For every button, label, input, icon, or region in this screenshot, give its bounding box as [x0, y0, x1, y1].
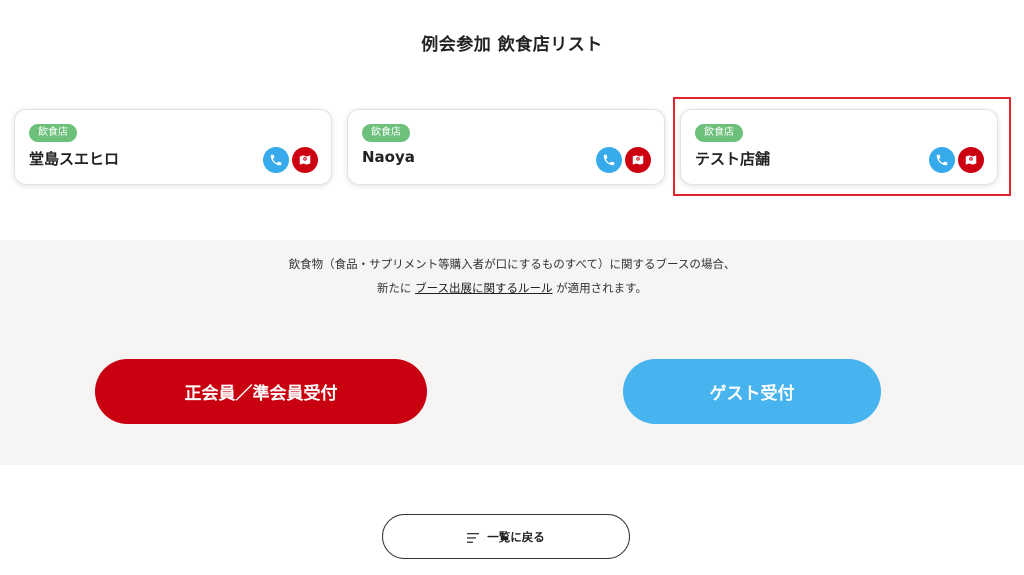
- phone-icon[interactable]: [263, 147, 289, 173]
- notice-text-line2: 新たに ブース出展に関するルール が適用されます。: [0, 280, 1024, 296]
- notice-prefix: 新たに: [376, 281, 416, 295]
- guest-reception-button[interactable]: ゲスト受付: [623, 359, 881, 424]
- map-icon[interactable]: [292, 147, 318, 173]
- store-name: Naoya: [362, 148, 415, 166]
- member-reception-button[interactable]: 正会員／準会員受付: [95, 359, 427, 424]
- selection-highlight: [673, 97, 1011, 196]
- page-title: 例会参加 飲食店リスト: [421, 35, 603, 55]
- category-badge: 飲食店: [362, 124, 410, 142]
- back-to-list-button[interactable]: 一覧に戻る: [382, 514, 630, 559]
- list-icon: [467, 532, 480, 543]
- notice-section: [0, 240, 1024, 465]
- store-card[interactable]: 飲食店 堂島スエヒロ: [14, 109, 332, 185]
- phone-icon[interactable]: [596, 147, 622, 173]
- category-badge: 飲食店: [29, 124, 77, 142]
- store-card[interactable]: 飲食店 Naoya: [347, 109, 665, 185]
- notice-suffix: が適用されます。: [552, 281, 648, 295]
- store-name: 堂島スエヒロ: [29, 150, 120, 168]
- notice-text: 飲食物（食品・サプリメント等購入者が口にするものすべて）に関するブースの場合、: [288, 257, 736, 271]
- booth-rules-link[interactable]: ブース出展に関するルール: [415, 281, 552, 295]
- back-button-label: 一覧に戻る: [487, 529, 545, 544]
- map-icon[interactable]: [625, 147, 651, 173]
